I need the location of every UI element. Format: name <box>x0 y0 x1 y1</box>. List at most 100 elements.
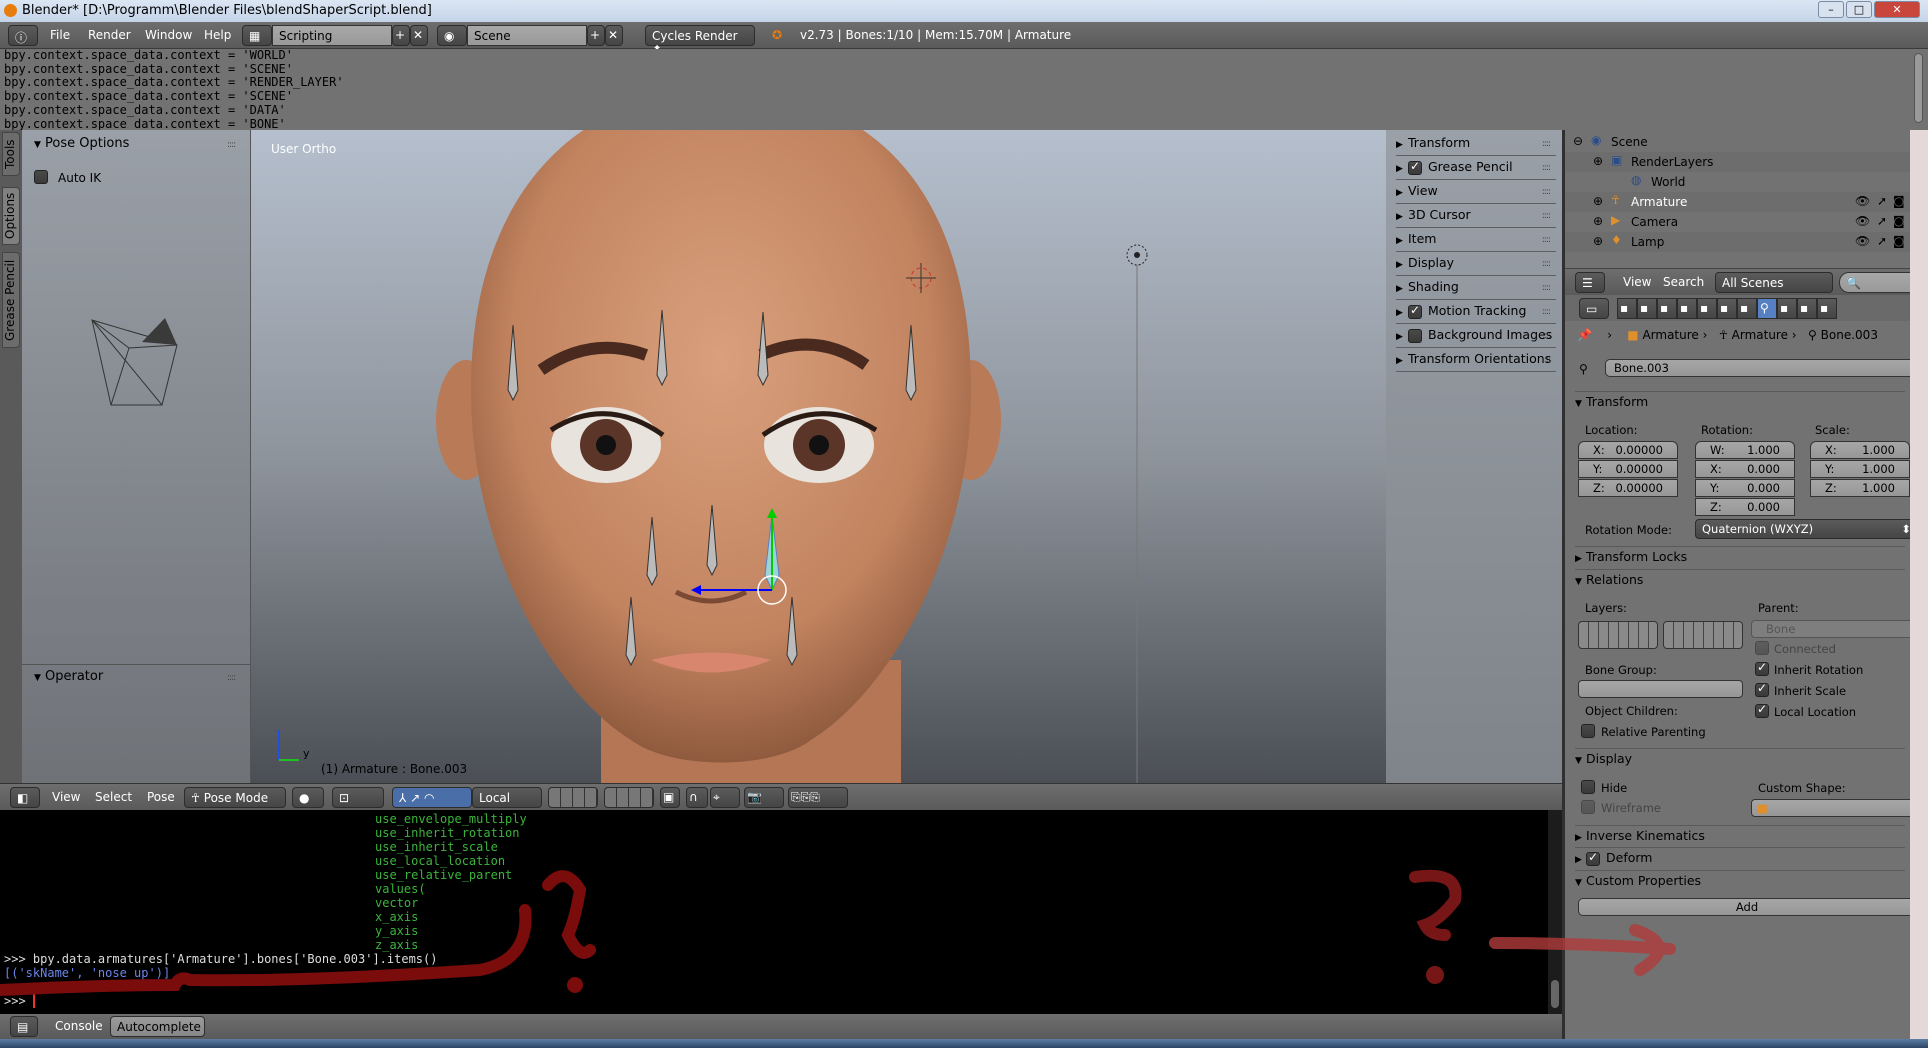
panel-grip-icon[interactable]: :::: <box>1542 139 1551 149</box>
bone-layers-grid-1[interactable] <box>1578 621 1658 649</box>
outliner-item-scene[interactable]: ⊖ ◉ Scene <box>1565 132 1910 152</box>
location-x-field[interactable]: X: 0.00000 <box>1578 441 1678 459</box>
outliner-item-world[interactable]: ◍ World <box>1565 172 1910 192</box>
visibility-eye-icon[interactable]: 👁 <box>1855 194 1870 208</box>
manipulator-buttons[interactable]: ⅄ ↗ ◠ <box>392 787 472 808</box>
panel-grip-icon[interactable]: :::: <box>1542 331 1551 341</box>
scale-x-field[interactable]: X: 1.000 <box>1810 441 1910 459</box>
properties-tab-constraints-icon[interactable]: ▪ <box>1717 298 1737 319</box>
location-z-field[interactable]: Z: 0.00000 <box>1578 479 1678 497</box>
menu-file[interactable]: File <box>50 28 70 42</box>
console-menu[interactable]: Console <box>55 1019 103 1033</box>
outliner-menu-search[interactable]: Search <box>1663 275 1704 289</box>
tab-tools[interactable]: Tools <box>2 132 20 176</box>
operator-header[interactable]: ▼ Operator <box>34 669 103 684</box>
expand-toggle-icon[interactable]: ⊕ <box>1593 154 1603 168</box>
panel-grip-icon[interactable]: :::: <box>1542 163 1551 173</box>
view3d-menu-pose[interactable]: Pose <box>147 790 175 804</box>
local-location-checkbox[interactable] <box>1755 702 1769 718</box>
custom-shape-field[interactable]: ■ <box>1751 799 1916 817</box>
expand-toggle-icon[interactable]: ⊖ <box>1573 134 1583 148</box>
n-panel-display[interactable]: ▶ Display:::: <box>1396 252 1556 276</box>
scale-y-field[interactable]: Y: 1.000 <box>1810 460 1910 478</box>
outliner-filter-dropdown[interactable]: All Scenes <box>1715 272 1833 293</box>
properties-tab-render-icon[interactable]: ▪ <box>1617 298 1637 319</box>
scene-icon[interactable]: ◉ <box>437 25 467 46</box>
expand-toggle-icon[interactable]: ⊕ <box>1593 234 1603 248</box>
panel-grip-icon[interactable]: :::: <box>1542 283 1551 293</box>
scene-field[interactable]: Scene <box>467 25 587 46</box>
render-buttons[interactable]: 📷 <box>744 787 784 808</box>
relative-parenting-checkbox[interactable] <box>1581 724 1595 738</box>
shading-dropdown[interactable]: ● <box>292 787 324 808</box>
expand-toggle-icon[interactable]: ⊕ <box>1593 194 1603 208</box>
panel-grip-icon[interactable]: :::: <box>1542 355 1551 365</box>
layers-buttons-2[interactable] <box>604 787 654 808</box>
properties-tab-modifiers-icon[interactable]: ▪ <box>1817 298 1837 319</box>
layers-buttons-1[interactable] <box>548 787 598 808</box>
properties-tab-object-data-icon[interactable]: ▪ <box>1737 298 1757 319</box>
panel-grip-icon[interactable]: :::: <box>1542 307 1551 317</box>
panel-toggle-checkbox[interactable] <box>1408 303 1422 319</box>
inherit-scale-checkbox[interactable] <box>1755 681 1769 697</box>
properties-editor-type-icon[interactable]: ▭ <box>1579 298 1609 319</box>
n-panel-transform[interactable]: ▶ Transform:::: <box>1396 132 1556 156</box>
close-button[interactable]: ✕ <box>1874 1 1920 18</box>
properties-tab-scene-icon[interactable]: ▪ <box>1657 298 1677 319</box>
outliner-item-armature[interactable]: ⊕ ☥ Armature 👁 ➚ ◙ <box>1565 192 1910 212</box>
delete-screen-button[interactable]: ✕ <box>410 25 428 46</box>
info-editor-type-button[interactable]: ⓘ <box>8 25 38 46</box>
render-engine-dropdown[interactable]: Cycles Render ⬍ <box>645 25 755 57</box>
inherit-rotation-checkbox[interactable] <box>1755 660 1769 676</box>
view3d-menu-select[interactable]: Select <box>95 790 132 804</box>
outliner-item-camera[interactable]: ⊕ ▶ Camera 👁 ➚ ◙ <box>1565 212 1910 232</box>
panel-toggle-checkbox[interactable] <box>1408 159 1422 175</box>
selectable-cursor-icon[interactable]: ➚ <box>1877 194 1887 208</box>
panel-grip-icon[interactable]: :::: <box>227 673 236 683</box>
properties-tab-render-layers-icon[interactable]: ▪ <box>1637 298 1657 319</box>
bone-name-input[interactable]: Bone.003 <box>1605 359 1916 377</box>
wireframe-checkbox[interactable] <box>1581 800 1595 814</box>
3d-viewport[interactable]: User Ortho y (1) Armature : Bone.003 <box>251 130 1386 783</box>
pose-options-header[interactable]: ▼ Pose Options <box>34 136 129 151</box>
add-screen-button[interactable]: + <box>392 25 410 46</box>
deform-checkbox[interactable] <box>1586 850 1600 866</box>
inverse-kinematics-header[interactable]: ▶ Inverse Kinematics <box>1575 825 1905 847</box>
rotation-x-field[interactable]: X: 0.000 <box>1695 460 1795 478</box>
visibility-eye-icon[interactable]: 👁 <box>1855 214 1870 228</box>
panel-grip-icon[interactable]: :::: <box>1542 259 1551 269</box>
n-panel-item[interactable]: ▶ Item:::: <box>1396 228 1556 252</box>
outliner-menu-view[interactable]: View <box>1623 275 1651 289</box>
tab-grease-pencil[interactable]: Grease Pencil <box>2 252 20 348</box>
menu-help[interactable]: Help <box>204 28 231 42</box>
screen-layout-icon[interactable]: ▦ <box>242 25 272 46</box>
visibility-eye-icon[interactable]: 👁 <box>1855 234 1870 248</box>
selectable-cursor-icon[interactable]: ➚ <box>1877 214 1887 228</box>
autocomplete-button[interactable]: Autocomplete <box>110 1016 205 1037</box>
transform-panel-header[interactable]: ▼ Transform <box>1575 391 1905 413</box>
n-panel-3d-cursor[interactable]: ▶ 3D Cursor:::: <box>1396 204 1556 228</box>
bone-layers-grid-2[interactable] <box>1663 621 1743 649</box>
menu-window[interactable]: Window <box>145 28 192 42</box>
hide-checkbox[interactable] <box>1581 780 1595 794</box>
properties-tab-texture-icon[interactable]: ▪ <box>1797 298 1817 319</box>
connected-checkbox[interactable] <box>1755 641 1769 655</box>
panel-grip-icon[interactable]: :::: <box>1542 211 1551 221</box>
rotation-w-field[interactable]: W: 1.000 <box>1695 441 1795 459</box>
scale-z-field[interactable]: Z: 1.000 <box>1810 479 1910 497</box>
bone-group-field[interactable] <box>1578 680 1743 698</box>
auto-ik-checkbox[interactable] <box>34 170 48 184</box>
rotation-mode-dropdown[interactable]: Quaternion (WXYZ) ⬍ <box>1695 519 1917 539</box>
n-panel-background-images[interactable]: ▶ Background Images:::: <box>1396 324 1556 348</box>
transform-locks-header[interactable]: ▶ Transform Locks <box>1575 546 1905 568</box>
snap-element-icon[interactable]: ⌖ <box>710 787 740 808</box>
parent-field[interactable]: Bone <box>1751 620 1916 638</box>
n-panel-motion-tracking[interactable]: ▶ Motion Tracking:::: <box>1396 300 1556 324</box>
snap-toggle-icon[interactable]: ∩ <box>686 787 708 808</box>
delete-scene-button[interactable]: ✕ <box>605 25 623 46</box>
properties-tab-bone-constraints-icon[interactable]: ▪ <box>1777 298 1797 319</box>
display-panel-header[interactable]: ▼ Display <box>1575 748 1905 770</box>
pose-copy-paste-buttons[interactable]: ⎘⎘⎘ <box>788 787 848 808</box>
3d-view-editor-type-icon[interactable]: ◧ <box>10 787 40 808</box>
n-panel-grease-pencil[interactable]: ▶ Grease Pencil:::: <box>1396 156 1556 180</box>
